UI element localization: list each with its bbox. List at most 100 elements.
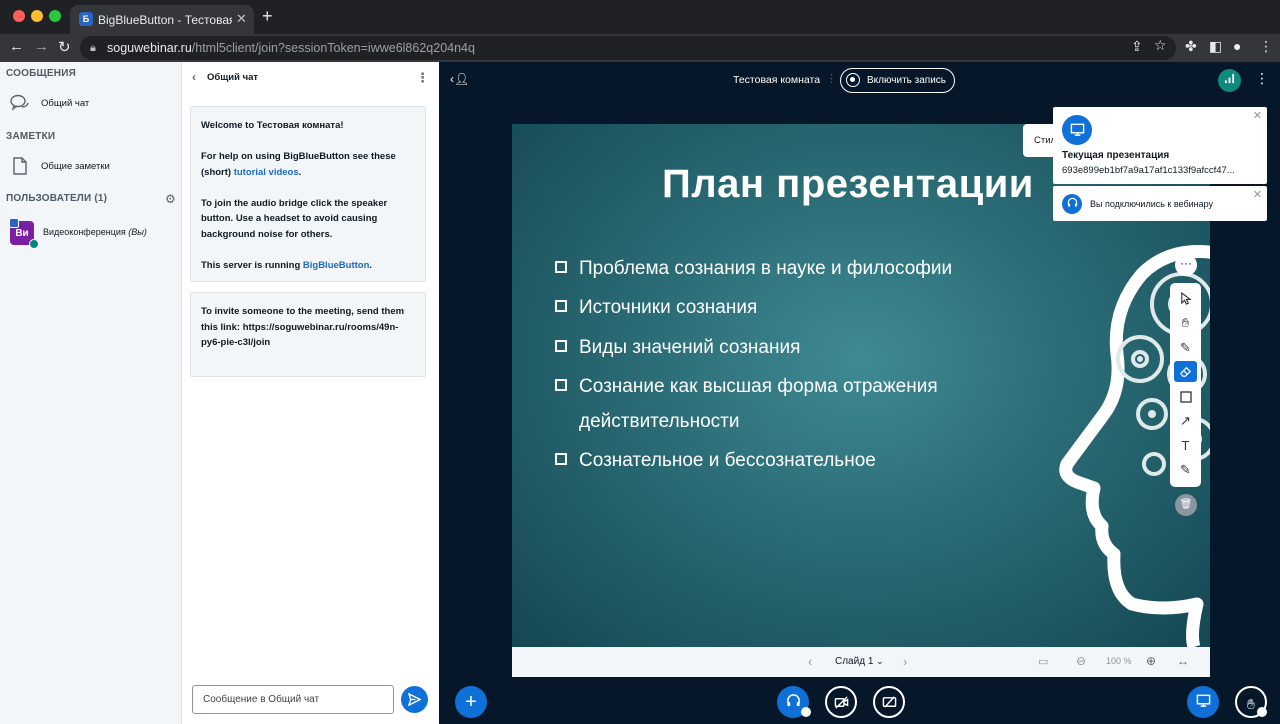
users-heading: ПОЛЬЗОВАТЕЛИ (1) [6, 193, 108, 204]
chevron-left-icon[interactable]: ‹ [192, 70, 196, 84]
camera-off-icon [834, 696, 848, 709]
start-recording-button[interactable]: Включить запись [840, 68, 955, 93]
tab-title: BigBlueButton - Тестовая комн [98, 13, 232, 27]
shared-notes-item[interactable]: Общие заметки [0, 153, 181, 181]
address-bar[interactable]: 🔒︎ soguwebinar.ru/html5client/join?sessi… [80, 36, 1176, 60]
slide-bullet: Виды значений сознания [555, 337, 800, 359]
fit-to-width-icon[interactable]: ▭ [1038, 655, 1048, 668]
user-settings-gear-icon[interactable]: ⚙ [165, 192, 176, 206]
slide-label: Слайд 1 [835, 656, 874, 667]
next-slide-button[interactable]: › [903, 654, 907, 669]
lock-icon: 🔒︎ [90, 42, 96, 54]
pencil-tool-icon[interactable]: ✎ [1174, 337, 1197, 358]
headset-icon [1062, 194, 1082, 214]
notes-heading: ЗАМЕТКИ [6, 131, 56, 142]
user-list-panel: СООБЩЕНИЯ Общий чат ЗАМЕТКИ Общие заметк… [0, 62, 182, 724]
chat-title[interactable]: Общий чат [207, 72, 258, 83]
presentation-toast: ✕ Текущая презентация 693e899eb1bf7a9a17… [1053, 107, 1267, 184]
whiteboard-toolbar: ✋︎ ✎ ↗ T ✎ [1170, 283, 1201, 487]
bookmark-star-icon[interactable]: ☆ [1154, 37, 1167, 54]
reactions-badge[interactable] [1257, 707, 1267, 717]
welcome-message: Welcome to Тестовая комната! For help on… [190, 106, 426, 282]
bullet-square-icon [555, 261, 567, 273]
send-message-button[interactable] [401, 686, 428, 713]
sticky-note-tool-icon[interactable]: ✎ [1174, 459, 1197, 480]
user-list-item[interactable]: Ви Видеоконференция (Вы) [0, 214, 181, 252]
messages-heading: СООБЩЕНИЯ [6, 68, 76, 79]
options-kebab-icon[interactable]: ⋮ [1255, 70, 1269, 87]
slide-bullet: Сознание как высшая форма отражения [555, 376, 938, 398]
close-toast-icon[interactable]: ✕ [1253, 109, 1262, 122]
maximize-window-button[interactable] [49, 10, 61, 22]
invite-text: To invite someone to the meeting, send t… [201, 306, 405, 348]
chat-message-input[interactable]: Сообщение в Общий чат [192, 685, 394, 714]
audio-settings-badge[interactable] [801, 707, 811, 717]
chat-panel: ‹ Общий чат ⋮ Welcome to Тестовая комнат… [182, 62, 439, 724]
browser-menu-icon[interactable]: ⋮ [1259, 38, 1273, 55]
chat-bubbles-icon [10, 93, 30, 113]
browser-tab[interactable]: Б BigBlueButton - Тестовая комн ✕ [70, 5, 254, 34]
bigbluebutton-link[interactable]: BigBlueButton [303, 260, 370, 271]
hand-icon: ✋︎ [1247, 696, 1255, 712]
back-button[interactable]: ← [9, 38, 24, 55]
send-icon [407, 692, 422, 707]
side-panel-icon[interactable]: ◧ [1209, 38, 1222, 55]
fit-to-screen-icon[interactable]: ↔ [1177, 654, 1189, 668]
browser-toolbar: ← → ↻ 🔒︎ soguwebinar.ru/html5client/join… [0, 34, 1280, 62]
actions-plus-button[interactable]: + [455, 686, 487, 718]
chat-header: ‹ Общий чат ⋮ [182, 62, 439, 92]
reload-button[interactable]: ↻ [58, 38, 71, 56]
delete-trash-icon[interactable]: 🗑︎ [1175, 494, 1197, 516]
new-tab-button[interactable]: + [262, 6, 273, 27]
close-window-button[interactable] [13, 10, 25, 22]
public-chat-item[interactable]: Общий чат [0, 90, 181, 118]
chat-options-kebab-icon[interactable]: ⋮ [416, 70, 429, 86]
zoom-out-icon[interactable]: ⊖ [1076, 654, 1086, 668]
minimize-window-button[interactable] [31, 10, 43, 22]
screen-share-off-icon [882, 696, 896, 708]
eraser-tool-icon[interactable] [1174, 361, 1197, 382]
restore-presentation-button[interactable] [1187, 686, 1219, 718]
chevron-down-icon: ⌄ [876, 656, 884, 666]
arrow-tool-icon[interactable]: ↗ [1174, 410, 1197, 431]
text-tool-icon[interactable]: T [1174, 435, 1197, 456]
presentation-filename: 693e899eb1bf7a9a17af1c133f9afccf47... [1062, 165, 1235, 176]
close-toast-icon[interactable]: ✕ [1253, 188, 1262, 201]
user-name-line: Видеоконференция (Вы) [43, 227, 147, 237]
slide-bullet: Источники сознания [555, 297, 757, 319]
headset-icon [29, 239, 39, 249]
whiteboard-more-button[interactable]: ··· [1175, 254, 1197, 276]
previous-slide-button[interactable]: ‹ [808, 654, 812, 669]
url-host: soguwebinar.ru [107, 41, 192, 55]
share-webcam-button[interactable] [825, 686, 857, 718]
slide-bullet: Сознательное и бессознательное [555, 450, 876, 472]
share-icon[interactable]: ⇪ [1131, 38, 1143, 55]
audio-joined-toast: ✕ Вы подключились к вебинару [1053, 186, 1267, 221]
audio-bridge-text: To join the audio bridge click the speak… [201, 197, 388, 240]
zoom-in-icon[interactable]: ⊕ [1146, 654, 1156, 668]
bullet-square-icon [555, 340, 567, 352]
connection-status-icon[interactable] [1218, 69, 1241, 92]
presentation-toolbar: ‹ Слайд 1 ⌄ › ▭ ⊖ 100 % ⊕ ↔ [512, 647, 1210, 677]
profile-icon[interactable]: ● [1233, 38, 1241, 54]
tab-close-icon[interactable]: ✕ [236, 11, 247, 27]
help-end: . [298, 166, 302, 178]
toast-title: Текущая презентация [1062, 150, 1170, 161]
slide-title: План презентации [662, 162, 1034, 206]
slide-selector[interactable]: Слайд 1 ⌄ [835, 656, 884, 667]
rectangle-tool-icon[interactable] [1174, 386, 1197, 407]
forward-button[interactable]: → [34, 38, 49, 55]
share-screen-button[interactable] [873, 686, 905, 718]
record-label: Включить запись [867, 75, 946, 86]
document-icon [10, 156, 30, 176]
welcome-prefix: Welcome to [201, 120, 255, 131]
bullet-square-icon [555, 453, 567, 465]
server-end: . [369, 259, 373, 271]
welcome-room: Тестовая комната! [256, 120, 344, 131]
moderator-icon [9, 218, 19, 228]
tutorial-videos-link[interactable]: tutorial videos [234, 167, 299, 178]
toggle-user-list-icon[interactable]: ‹👤︎ [450, 72, 469, 86]
select-tool-icon[interactable] [1174, 288, 1197, 309]
pan-hand-tool-icon[interactable]: ✋︎ [1174, 312, 1197, 333]
extensions-icon[interactable]: ✤ [1185, 38, 1197, 55]
